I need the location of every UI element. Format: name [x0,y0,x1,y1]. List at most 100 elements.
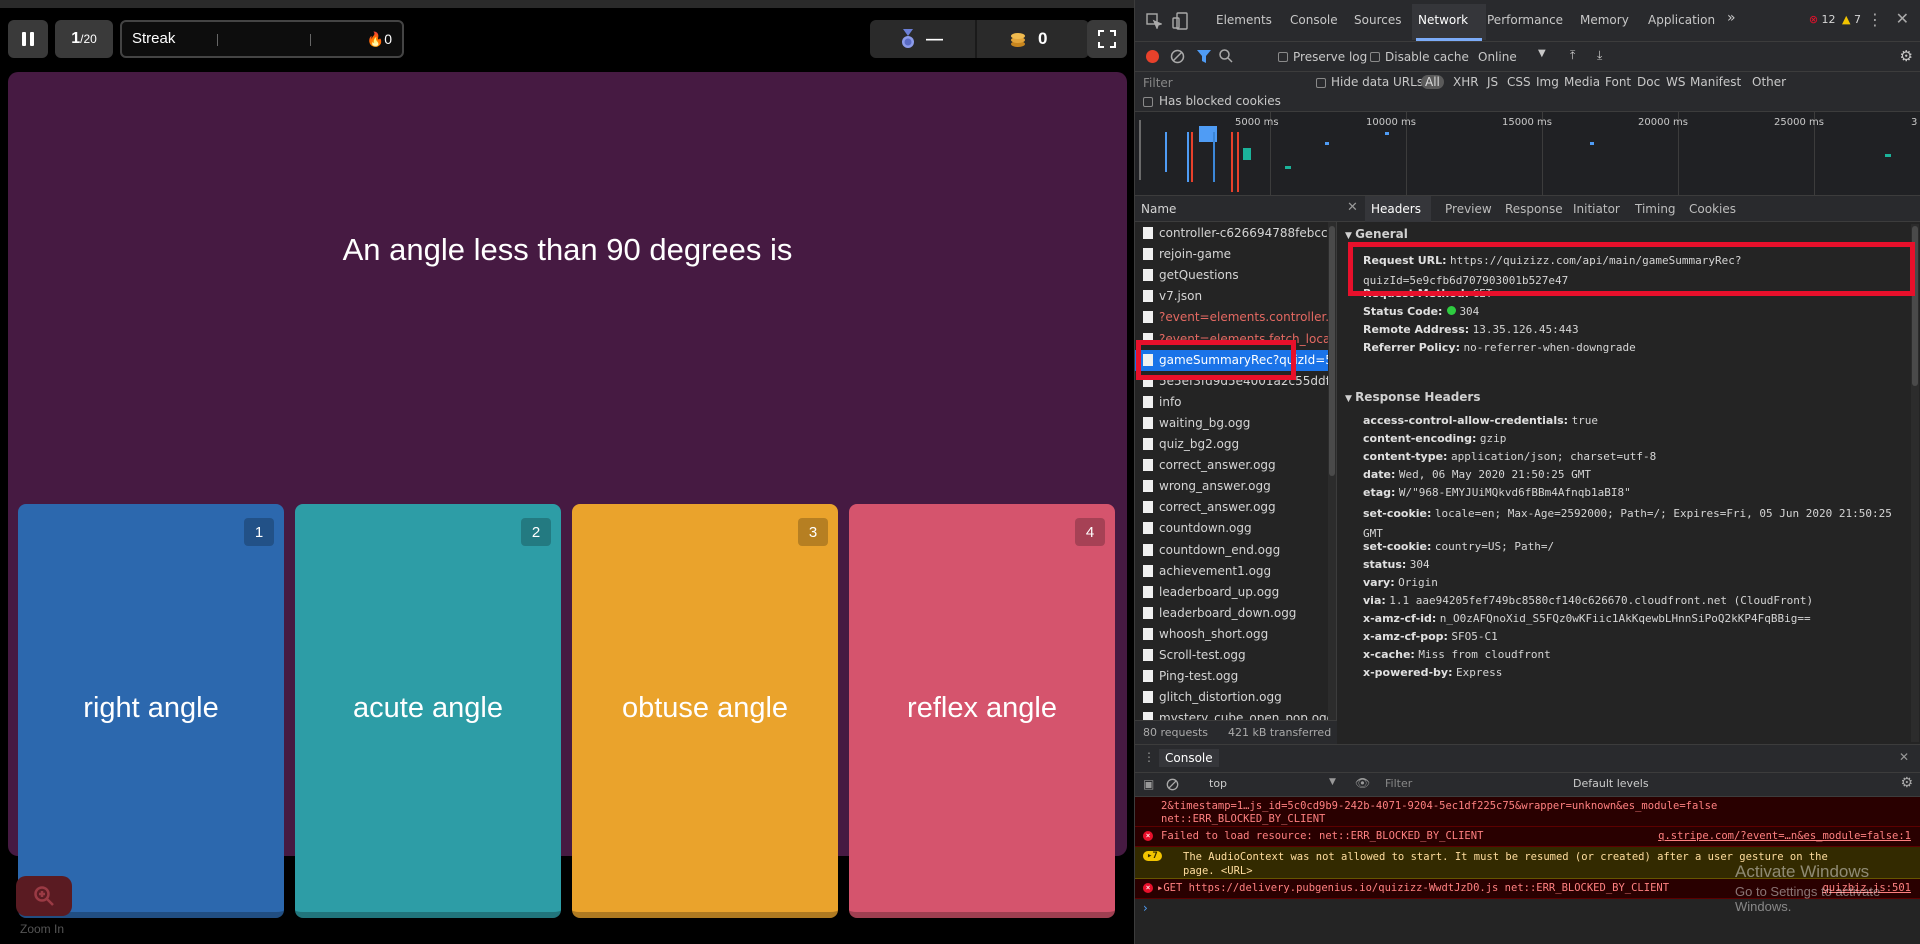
tab-cookies[interactable]: Cookies [1689,202,1736,216]
type-filter-doc[interactable]: Doc [1637,75,1660,89]
type-filter-js[interactable]: JS [1487,75,1498,89]
request-row[interactable]: countdown.ogg [1135,518,1329,539]
fullscreen-button[interactable] [1087,20,1127,58]
export-har-icon[interactable]: ⤓ [1597,48,1602,63]
tab-response[interactable]: Response [1505,202,1563,216]
tab-sources[interactable]: Sources [1354,13,1401,27]
request-row[interactable]: wrong_answer.ogg [1135,476,1329,497]
tab-application[interactable]: Application [1648,13,1715,27]
type-filter-other[interactable]: Other [1752,75,1786,89]
tab-initiator[interactable]: Initiator [1573,202,1620,216]
throttling-select[interactable]: Online [1478,50,1517,64]
levels-select[interactable]: Default levels [1573,777,1649,790]
settings-gear-icon[interactable]: ⚙ [1900,47,1913,65]
context-select[interactable]: top [1209,777,1227,790]
close-detail-icon[interactable]: ✕ [1347,200,1358,215]
file-icon [1143,227,1153,239]
network-timeline-overview[interactable]: 5000 ms 10000 ms 15000 ms 20000 ms 25000… [1135,112,1920,196]
request-row[interactable]: correct_answer.ogg [1135,455,1329,476]
kebab-menu-icon[interactable]: ⋮ [1867,10,1883,29]
close-devtools-icon[interactable]: ✕ [1896,9,1909,28]
type-filter-ws[interactable]: WS [1666,75,1685,89]
header-value: W/"968-EMYJUiMQkvd6fBBm4Afnqb1aBI8" [1398,486,1631,499]
more-tabs-button[interactable]: » [1727,10,1736,26]
request-row[interactable]: quiz_bg2.ogg [1135,434,1329,455]
blocked-cookies-checkbox[interactable] [1143,97,1153,107]
request-row[interactable]: leaderboard_down.ogg [1135,603,1329,624]
sidebar-toggle-icon[interactable]: ▣ [1143,777,1154,791]
tab-headers[interactable]: Headers [1371,202,1421,216]
hide-data-urls-checkbox[interactable] [1316,78,1326,88]
error-warning-counts[interactable]: ⊗ 12 ▲ 7 [1809,13,1861,26]
detail-scrollbar[interactable] [1911,224,1919,742]
response-headers-section-header[interactable]: ▼ Response Headers [1345,390,1481,404]
search-icon[interactable] [1219,49,1233,63]
scrollbar-thumb[interactable] [1329,226,1335,476]
inspect-icon[interactable] [1146,13,1162,29]
import-har-icon[interactable]: ⤒ [1570,48,1575,63]
file-icon [1143,480,1153,493]
source-link[interactable]: q.stripe.com/?event=…n&es_module=false:1 [1658,830,1911,842]
clear-icon[interactable] [1170,49,1185,64]
preserve-log-checkbox[interactable] [1278,52,1288,62]
request-row[interactable]: controller-c626694788febcccb [1135,223,1329,244]
type-filter-manifest[interactable]: Manifest [1690,75,1741,89]
record-icon[interactable] [1146,50,1159,63]
request-row[interactable]: waiting_bg.ogg [1135,413,1329,434]
clear-console-icon[interactable] [1166,778,1179,791]
warning-icon: ▲ [1842,13,1851,26]
request-row[interactable]: info [1135,392,1329,413]
tab-performance[interactable]: Performance [1487,13,1563,27]
answer-option-1[interactable]: 1 right angle [18,504,284,918]
console-settings-icon[interactable]: ⚙ [1900,775,1913,791]
request-row[interactable]: glitch_distortion.ogg [1135,687,1329,708]
request-list-scrollbar[interactable] [1328,222,1336,722]
console-tab[interactable]: Console [1159,749,1219,767]
type-filter-xhr[interactable]: XHR [1453,75,1479,89]
tab-preview[interactable]: Preview [1445,202,1492,216]
chevron-down-icon[interactable]: ▼ [1538,48,1546,59]
answer-option-4[interactable]: 4 reflex angle [849,504,1115,918]
pause-button[interactable] [8,20,48,58]
tab-network[interactable]: Network [1418,13,1468,27]
type-filter-media[interactable]: Media [1564,75,1600,89]
name-column-header[interactable]: Name [1135,196,1337,222]
answer-option-2[interactable]: 2 acute angle [295,504,561,918]
request-row[interactable]: v7.json [1135,286,1329,307]
request-row[interactable]: rejoin-game [1135,244,1329,265]
tab-memory[interactable]: Memory [1580,13,1629,27]
chevron-down-icon[interactable]: ▼ [1329,777,1336,787]
request-row[interactable]: achievement1.ogg [1135,561,1329,582]
type-filter-css[interactable]: CSS [1507,75,1531,89]
filter-funnel-icon[interactable] [1197,50,1211,63]
tab-elements[interactable]: Elements [1216,13,1272,27]
request-row[interactable]: countdown_end.ogg [1135,540,1329,561]
drawer-menu-icon[interactable]: ⋮ [1143,750,1155,764]
request-row[interactable]: getQuestions [1135,265,1329,286]
file-icon [1143,248,1153,261]
tab-timing[interactable]: Timing [1635,202,1676,216]
request-row[interactable]: ?event=elements.controller.lo... [1135,307,1329,328]
answer-option-3[interactable]: 3 obtuse angle [572,504,838,918]
filter-input[interactable]: Filter [1143,76,1303,94]
console-prompt[interactable]: › [1143,901,1148,915]
header-key: content-encoding: [1363,432,1477,445]
general-section-header[interactable]: ▼ General [1345,227,1408,241]
tab-console[interactable]: Console [1290,13,1338,27]
file-icon [1143,269,1153,282]
device-toolbar-icon[interactable] [1172,12,1188,30]
zoom-in-button[interactable] [16,876,72,916]
request-row[interactable]: Scroll-test.ogg [1135,645,1329,666]
type-filter-img[interactable]: Img [1536,75,1559,89]
eye-icon[interactable]: 👁 [1355,776,1370,790]
close-drawer-icon[interactable]: ✕ [1899,750,1909,764]
header-key: Remote Address: [1363,323,1470,336]
type-filter-font[interactable]: Font [1605,75,1631,89]
request-row[interactable]: correct_answer.ogg [1135,497,1329,518]
request-row[interactable]: leaderboard_up.ogg [1135,582,1329,603]
disable-cache-checkbox[interactable] [1370,52,1380,62]
request-row[interactable]: whoosh_short.ogg [1135,624,1329,645]
request-row[interactable]: Ping-test.ogg [1135,666,1329,687]
type-filter-all[interactable]: All [1421,75,1444,89]
console-filter-input[interactable]: Filter [1385,777,1535,790]
